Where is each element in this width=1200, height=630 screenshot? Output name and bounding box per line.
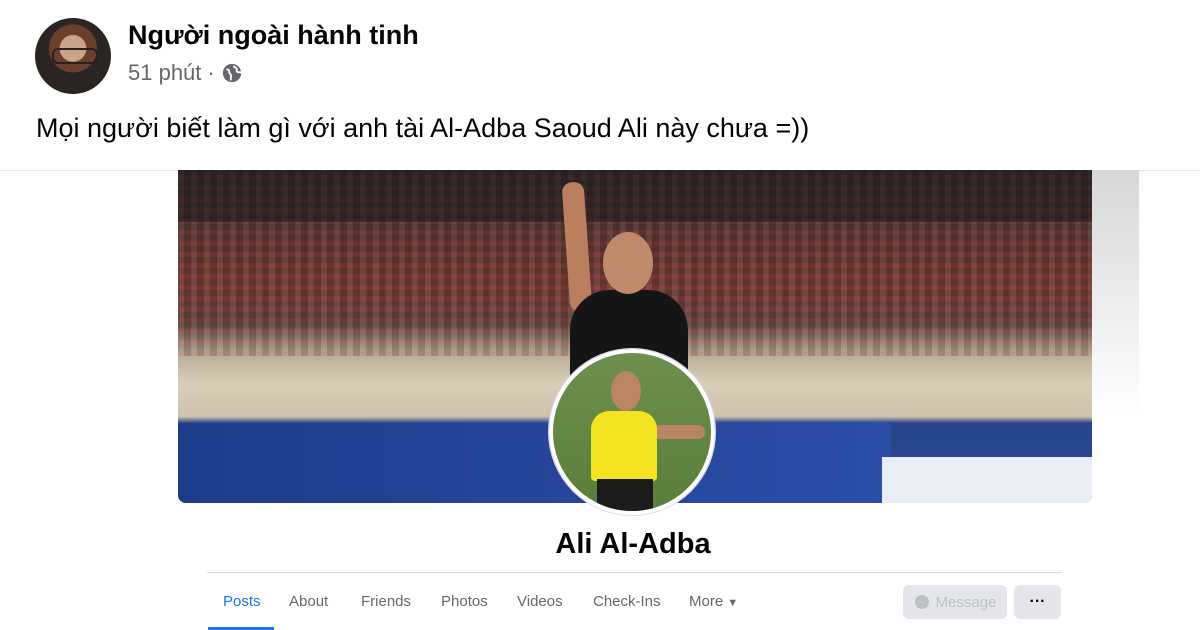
profile-name[interactable]: Ali Al-Adba (0, 528, 1200, 561)
tab-videos[interactable]: Videos (517, 593, 563, 610)
tabs-divider (207, 572, 1062, 573)
post-text: Mọi người biết làm gì với anh tài Al-Adb… (36, 113, 810, 143)
referee-head-graphic (603, 232, 653, 294)
more-options-button[interactable]: ··· (1014, 585, 1061, 619)
post-meta: 51 phút · (128, 60, 243, 86)
post-header: Người ngoài hành tinh 51 phút · Mọi ngườ… (0, 0, 1200, 171)
tab-friends[interactable]: Friends (361, 593, 411, 610)
ad-banner-graphic-right (881, 457, 1092, 503)
author-avatar[interactable] (35, 18, 111, 94)
tab-more-label: More (689, 593, 724, 610)
globe-icon[interactable] (221, 62, 243, 84)
tab-photos[interactable]: Photos (441, 593, 488, 610)
chevron-down-icon: ▼ (727, 597, 739, 609)
profile-head-graphic (611, 371, 641, 411)
ad-banner-graphic (178, 423, 891, 503)
profile-picture[interactable] (549, 349, 715, 515)
tab-check-ins[interactable]: Check-Ins (593, 593, 661, 610)
profile-shorts-graphic (597, 479, 653, 511)
message-button[interactable]: Message (903, 585, 1007, 619)
tab-more[interactable]: More ▼ (689, 593, 738, 610)
glasses-graphic (52, 48, 98, 64)
meta-separator: · (207, 60, 215, 85)
ellipsis-icon: ··· (1029, 593, 1046, 610)
author-name[interactable]: Người ngoài hành tinh (128, 20, 419, 51)
cover-top-band (178, 170, 1092, 222)
message-button-label: Message (935, 593, 997, 611)
tab-posts[interactable]: Posts (223, 593, 261, 610)
post-time[interactable]: 51 phút (128, 60, 201, 86)
profile-arm-graphic (653, 425, 705, 439)
profile-shirt-graphic (591, 411, 657, 481)
cover-edge-fade (1092, 170, 1139, 415)
messenger-icon (914, 595, 929, 609)
tab-about[interactable]: About (289, 593, 328, 610)
